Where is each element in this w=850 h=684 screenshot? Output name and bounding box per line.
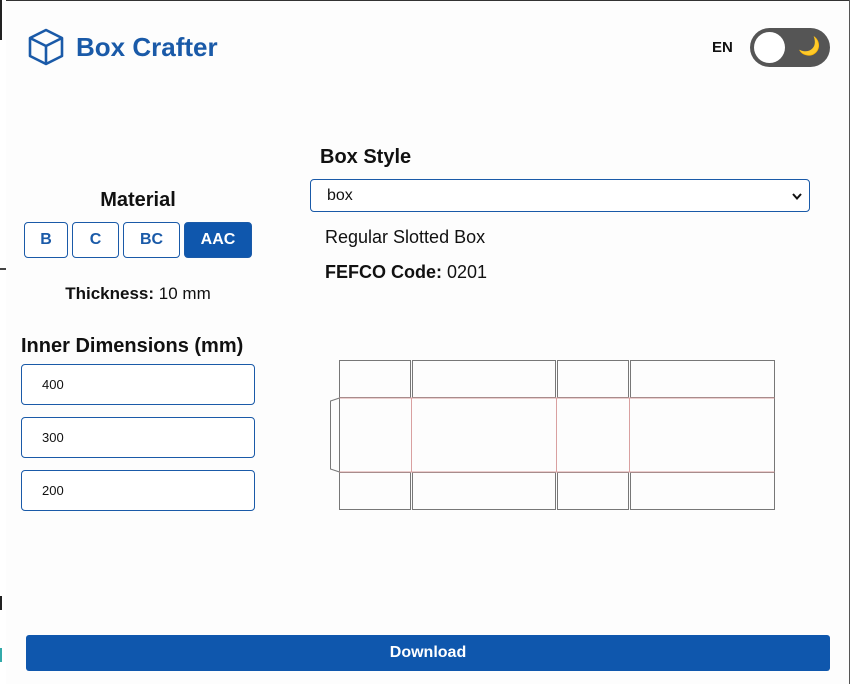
dimensions-title: Inner Dimensions (mm) bbox=[21, 335, 244, 357]
box-style-name: Regular Slotted Box bbox=[325, 227, 486, 247]
material-button-b[interactable]: B bbox=[24, 222, 68, 258]
language-selector[interactable]: EN bbox=[712, 39, 733, 56]
fefco-label: FEFCO Code: bbox=[325, 262, 442, 282]
moon-icon: 🌙 bbox=[798, 36, 821, 56]
fefco-value: 0201 bbox=[447, 262, 488, 282]
material-button-c[interactable]: C bbox=[72, 222, 119, 258]
material-button-bc[interactable]: BC bbox=[123, 222, 180, 258]
edge-mark bbox=[0, 648, 2, 662]
window-left-edge bbox=[0, 0, 6, 684]
thickness-value: 10 mm bbox=[158, 284, 211, 303]
width-input[interactable] bbox=[21, 417, 255, 458]
bottom-flap bbox=[339, 472, 411, 510]
theme-toggle[interactable]: 🌙 bbox=[750, 28, 830, 67]
box-style-selected: box bbox=[327, 186, 353, 204]
cube-icon bbox=[28, 28, 64, 66]
bottom-flap bbox=[557, 472, 629, 510]
thickness-label: Thickness: bbox=[65, 284, 155, 303]
box-style-select[interactable]: box bbox=[310, 179, 810, 212]
material-options: B C BC AAC bbox=[24, 222, 252, 258]
top-flap bbox=[412, 360, 556, 398]
length-input[interactable] bbox=[21, 364, 255, 405]
thickness-info: Thickness: 10 mm bbox=[0, 284, 276, 304]
edge-mark bbox=[0, 596, 2, 610]
top-flap bbox=[339, 360, 411, 398]
bottom-flap bbox=[630, 472, 775, 510]
box-dieline-preview bbox=[330, 360, 775, 510]
fefco-code: FEFCO Code: 0201 bbox=[325, 262, 487, 283]
material-title: Material bbox=[100, 189, 176, 211]
download-button[interactable]: Download bbox=[26, 635, 830, 671]
material-button-aac[interactable]: AAC bbox=[184, 222, 252, 258]
top-flap bbox=[557, 360, 629, 398]
app-title: Box Crafter bbox=[76, 32, 218, 62]
top-flap bbox=[630, 360, 775, 398]
glue-tab bbox=[330, 397, 340, 473]
box-style-title: Box Style bbox=[320, 146, 412, 168]
bottom-flap bbox=[412, 472, 556, 510]
app-header: Box Crafter EN 🌙 bbox=[0, 0, 850, 96]
edge-mark bbox=[0, 268, 6, 270]
chevron-down-icon bbox=[792, 192, 802, 200]
height-input[interactable] bbox=[21, 470, 255, 511]
toggle-knob bbox=[754, 32, 785, 63]
